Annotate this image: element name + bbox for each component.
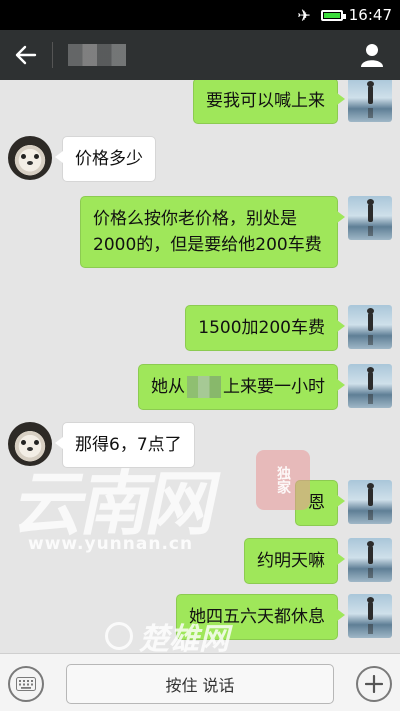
message-row: 她从 上来要一小时 bbox=[0, 364, 400, 414]
message-bubble[interactable]: 要我可以喊上来 bbox=[193, 80, 345, 124]
blurred-place-name bbox=[187, 376, 221, 398]
more-options-button[interactable] bbox=[356, 666, 392, 702]
my-avatar[interactable] bbox=[348, 538, 392, 582]
my-avatar[interactable] bbox=[348, 594, 392, 638]
message-bubble[interactable]: 1500加200车费 bbox=[185, 305, 345, 351]
message-bubble[interactable]: 价格多少 bbox=[55, 136, 156, 182]
contact-avatar[interactable] bbox=[8, 136, 52, 180]
message-text: 上来要一小时 bbox=[223, 377, 325, 397]
message-row: 要我可以喊上来 bbox=[0, 80, 400, 130]
blurred-chat-title bbox=[68, 44, 126, 66]
message-bubble[interactable]: 约明天嘛 bbox=[244, 538, 345, 584]
back-button[interactable] bbox=[0, 30, 52, 80]
message-row: 价格么按你老价格，别处是2000的，但是要给他200车费 bbox=[0, 196, 400, 296]
hold-to-talk-button[interactable]: 按住 说话 bbox=[66, 664, 334, 704]
title-bar bbox=[0, 30, 400, 80]
message-text: 价格多少 bbox=[75, 149, 143, 169]
input-bar: 按住 说话 bbox=[0, 653, 400, 711]
message-text: 约明天嘛 bbox=[257, 551, 325, 571]
message-row: 恩 bbox=[0, 480, 400, 530]
keyboard-toggle-button[interactable] bbox=[8, 666, 44, 702]
chat-message-list[interactable]: 要我可以喊上来 价格多少 价格么按你老价格，别处是2000的，但是要给他200车… bbox=[0, 80, 400, 653]
message-text: 她从 bbox=[151, 377, 185, 397]
message-text: 1500加200车费 bbox=[198, 318, 325, 338]
message-row: 约明天嘛 bbox=[0, 538, 400, 588]
my-avatar[interactable] bbox=[348, 196, 392, 240]
message-row: 她四五六天都休息 bbox=[0, 594, 400, 644]
message-bubble[interactable]: 她从 上来要一小时 bbox=[138, 364, 345, 410]
my-avatar[interactable] bbox=[348, 364, 392, 408]
airplane-icon: ✈ bbox=[297, 5, 311, 25]
status-time: 16:47 bbox=[348, 6, 392, 24]
my-avatar[interactable] bbox=[348, 80, 392, 122]
person-icon bbox=[361, 44, 383, 67]
message-bubble[interactable]: 那得6，7点了 bbox=[55, 422, 195, 468]
my-avatar[interactable] bbox=[348, 305, 392, 349]
message-text: 要我可以喊上来 bbox=[206, 91, 325, 111]
contact-avatar[interactable] bbox=[8, 422, 52, 466]
plus-icon bbox=[365, 675, 383, 693]
message-bubble[interactable]: 她四五六天都休息 bbox=[176, 594, 345, 640]
message-bubble[interactable]: 恩 bbox=[295, 480, 345, 526]
message-text: 价格么按你老价格，别处是2000的，但是要给他200车费 bbox=[93, 209, 322, 255]
message-row: 价格多少 bbox=[0, 136, 400, 192]
message-row: 1500加200车费 bbox=[0, 305, 400, 355]
chat-profile-button[interactable] bbox=[354, 38, 390, 72]
message-text: 恩 bbox=[308, 493, 325, 513]
message-bubble[interactable]: 价格么按你老价格，别处是2000的，但是要给他200车费 bbox=[80, 196, 345, 268]
my-avatar[interactable] bbox=[348, 480, 392, 524]
message-row: 那得6，7点了 bbox=[0, 422, 400, 472]
status-bar: ✈ 16:47 bbox=[0, 0, 400, 30]
message-text: 她四五六天都休息 bbox=[189, 607, 325, 627]
header-divider bbox=[52, 42, 53, 68]
message-text: 那得6，7点了 bbox=[75, 435, 182, 455]
arrow-left-icon bbox=[15, 45, 37, 65]
keyboard-icon bbox=[16, 677, 36, 691]
battery-icon bbox=[320, 9, 346, 21]
